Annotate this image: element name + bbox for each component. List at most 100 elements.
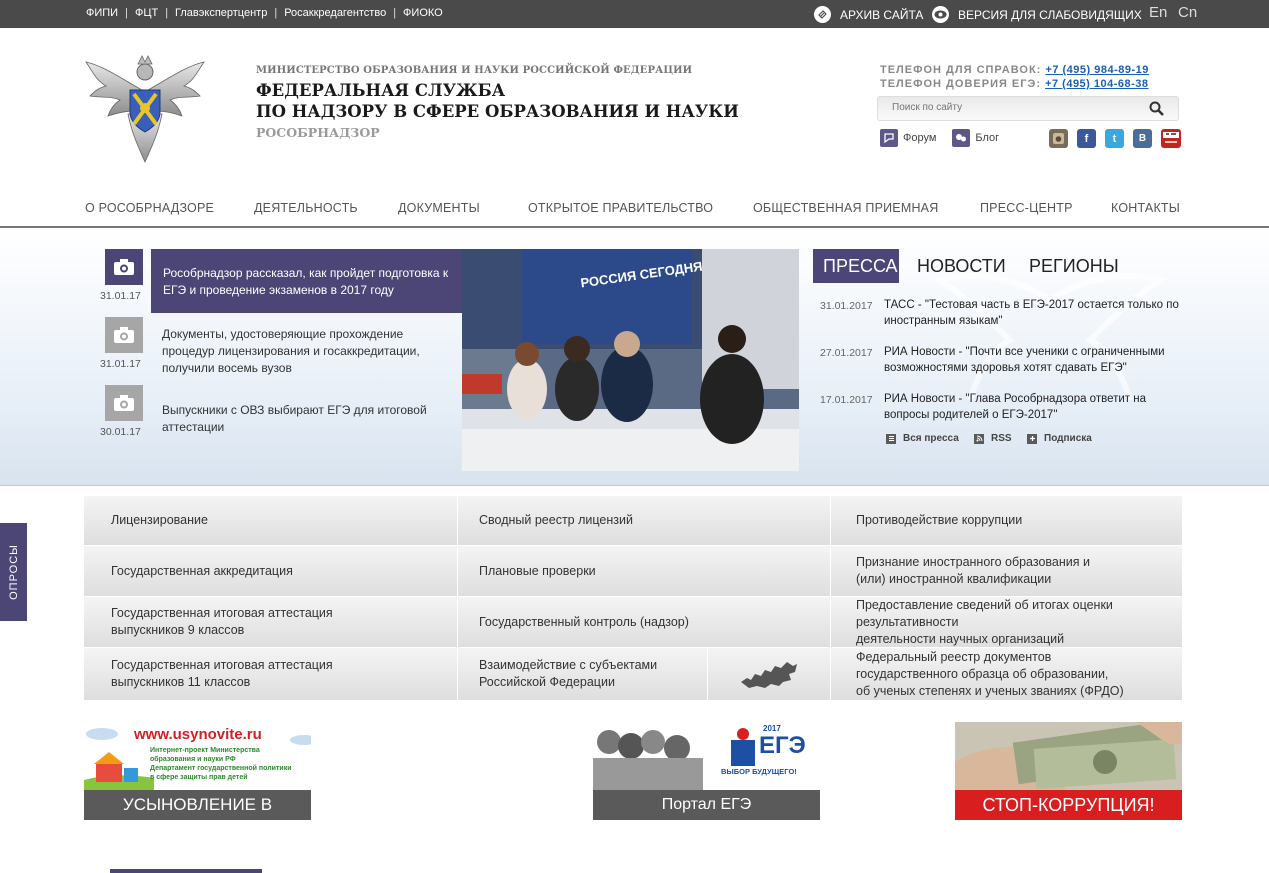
- camera-icon[interactable]: [105, 317, 143, 353]
- contact-phones: ТЕЛЕФОН ДЛЯ СПРАВОК: +7 (495) 984-89-19 …: [880, 63, 1149, 91]
- facebook-icon[interactable]: f: [1077, 129, 1096, 148]
- ministry-title: МИНИСТЕРСТВО ОБРАЗОВАНИЯ И НАУКИ РОССИЙС…: [256, 65, 693, 76]
- rss-link[interactable]: RSS: [974, 433, 1012, 444]
- press-title: ТАСС - "Тестовая часть в ЕГЭ-2017 остает…: [884, 299, 1179, 327]
- news-date: 30.01.17: [100, 426, 141, 438]
- ege-logo: ЕГЭ: [759, 732, 806, 759]
- press-date: 17.01.2017: [820, 394, 873, 406]
- bottom-accent-bar: [110, 869, 262, 873]
- blog-icon: [952, 129, 971, 147]
- grid-item-anti-corruption[interactable]: Противодействие коррупции: [831, 496, 1182, 545]
- archive-link[interactable]: АРХИВ САЙТА: [814, 6, 923, 23]
- separator: |: [393, 7, 397, 19]
- link-rosakkred[interactable]: Росаккредагентство: [284, 7, 386, 19]
- grid-item-licensing[interactable]: Лицензирование: [84, 496, 457, 545]
- grid-item-gia-9[interactable]: Государственная итоговая аттестация выпус…: [84, 597, 457, 647]
- trust-phone-link[interactable]: +7 (495) 104-68-38: [1045, 78, 1148, 90]
- press-date: 31.01.2017: [820, 300, 873, 312]
- money-illustration-icon: [955, 722, 1182, 790]
- lang-cn-link[interactable]: Cn: [1178, 4, 1197, 21]
- eagle-emblem-logo[interactable]: [84, 50, 206, 166]
- nav-documents[interactable]: ДОКУМЕНТЫ: [398, 201, 480, 215]
- adoption-desc: Департамент государственной политики: [150, 765, 292, 772]
- forum-link[interactable]: Форум: [903, 132, 936, 144]
- separator: |: [165, 7, 169, 19]
- news-date: 31.01.17: [100, 290, 141, 302]
- news-title-link[interactable]: Рособрнадзор рассказал, как пройдет подг…: [163, 265, 458, 299]
- adoption-desc: образования и науки РФ: [150, 756, 236, 763]
- news-title-link[interactable]: Выпускники с ОВЗ выбирают ЕГЭ для итогов…: [162, 402, 447, 436]
- link-fipi[interactable]: ФИПИ: [86, 7, 118, 19]
- news-title-link[interactable]: Документы, удостоверяющие прохождение пр…: [162, 326, 447, 377]
- grid-item-science-evaluation[interactable]: Предоставление сведений об итогах оценки…: [831, 597, 1182, 647]
- stop-corruption-banner[interactable]: СТОП-КОРРУПЦИЯ!: [955, 722, 1182, 820]
- camera-icon[interactable]: [105, 249, 143, 285]
- visually-impaired-link[interactable]: ВЕРСИЯ ДЛЯ СЛАБОВИДЯЩИХ: [932, 6, 1142, 23]
- press-title: РИА Новости - "Почти все ученики с огран…: [884, 346, 1165, 374]
- top-bar: ФИПИ | ФЦТ | Главэкспертцентр | Росаккредаг…: [0, 0, 1269, 28]
- nav-open-government[interactable]: ОТКРЫТОЕ ПРАВИТЕЛЬСТВО: [528, 201, 713, 215]
- polls-label: ОПРОСЫ: [8, 544, 20, 600]
- grid-item-gia-11[interactable]: Государственная итоговая аттестация выпус…: [84, 648, 457, 700]
- grid-item-state-control[interactable]: Государственный контроль (надзор): [458, 597, 830, 647]
- service-title-line1: ФЕДЕРАЛЬНАЯ СЛУЖБА: [256, 81, 506, 100]
- search-icon[interactable]: [1149, 101, 1164, 121]
- phone-link[interactable]: +7 (495) 984-89-19: [1045, 64, 1148, 76]
- press-title: РИА Новости - "Глава Рособрнадзора ответ…: [884, 393, 1146, 421]
- russia-map-icon[interactable]: [708, 648, 830, 700]
- youtube-icon[interactable]: [1161, 129, 1181, 148]
- service-title[interactable]: ФЕДЕРАЛЬНАЯ СЛУЖБА ПО НАДЗОРУ В СФЕРЕ ОБ…: [256, 80, 739, 122]
- tab-press[interactable]: ПРЕССА: [813, 249, 899, 283]
- ege-slogan: ВЫБОР БУДУЩЕГО!: [721, 767, 797, 776]
- lang-en-link[interactable]: En: [1149, 4, 1167, 21]
- vk-icon[interactable]: B: [1133, 129, 1152, 148]
- rss-label: RSS: [991, 433, 1012, 444]
- plus-icon: [1027, 433, 1037, 444]
- blog-link[interactable]: Блог: [975, 132, 999, 144]
- nav-public-reception[interactable]: ОБЩЕСТВЕННАЯ ПРИЕМНАЯ: [753, 201, 938, 215]
- grid-item-planned-inspections[interactable]: Плановые проверки: [458, 546, 830, 596]
- camera-icon[interactable]: [105, 385, 143, 421]
- service-short-name: РОСОБРНАДЗОР: [256, 125, 380, 140]
- adoption-banner[interactable]: www.usynovite.ru Интернет-проект Министе…: [84, 722, 311, 844]
- tab-news[interactable]: НОВОСТИ: [917, 249, 1006, 283]
- visually-impaired-label: ВЕРСИЯ ДЛЯ СЛАБОВИДЯЩИХ: [958, 7, 1142, 22]
- grid-item-accreditation[interactable]: Государственная аккредитация: [84, 546, 457, 596]
- link-glavexpert[interactable]: Главэкспертцентр: [175, 7, 267, 19]
- twitter-icon[interactable]: t: [1105, 129, 1124, 148]
- grid-item-foreign-education[interactable]: Признание иностранного образования и (или…: [831, 546, 1182, 596]
- link-fioko[interactable]: ФИОКО: [403, 7, 443, 19]
- eye-icon: [932, 6, 949, 23]
- separator: |: [125, 7, 128, 19]
- grid-item-regions-interaction[interactable]: Взаимодействие с субъектами Российской Фе…: [458, 648, 707, 700]
- grid-item-frdo[interactable]: Федеральный реестр документов государстве…: [831, 648, 1182, 700]
- all-press-label: Вся пресса: [903, 433, 959, 444]
- ege-portal-banner[interactable]: 2017 ЕГЭ ВЫБОР БУДУЩЕГО! Портал ЕГЭ: [593, 722, 820, 820]
- nav-about[interactable]: О РОСОБРНАДЗОРЕ: [85, 201, 214, 215]
- partner-links: ФИПИ | ФЦТ | Главэкспертцентр | Росаккредаг…: [86, 7, 443, 19]
- search-box: [877, 96, 1179, 121]
- grid-item-license-registry[interactable]: Сводный реестр лицензий: [458, 496, 830, 545]
- rss-icon: [974, 433, 984, 444]
- phone-label: ТЕЛЕФОН ДЛЯ СПРАВОК:: [880, 64, 1042, 76]
- main-nav: О РОСОБРНАДЗОРЕ ДЕЯТЕЛЬНОСТЬ ДОКУМЕНТЫ О…: [0, 190, 1269, 228]
- polls-side-tab[interactable]: ОПРОСЫ: [0, 523, 27, 621]
- all-press-link[interactable]: Вся пресса: [886, 433, 959, 444]
- news-photo[interactable]: РОССИЯ СЕГОДНЯ: [462, 249, 799, 471]
- search-input[interactable]: [892, 102, 1132, 113]
- services-grid: Лицензирование Государственная аккредита…: [84, 496, 1182, 700]
- stop-corruption-label: СТОП-КОРРУПЦИЯ!: [955, 790, 1182, 820]
- trust-phone-label: ТЕЛЕФОН ДОВЕРИЯ ЕГЭ:: [880, 78, 1041, 90]
- subscribe-link[interactable]: Подписка: [1027, 433, 1092, 444]
- nav-activity[interactable]: ДЕЯТЕЛЬНОСТЬ: [254, 201, 358, 215]
- adoption-desc: Интернет-проект Министерства: [150, 747, 260, 754]
- tab-regions[interactable]: РЕГИОНЫ: [1029, 249, 1119, 283]
- ege-portal-label: Портал ЕГЭ: [593, 790, 820, 820]
- nav-press-center[interactable]: ПРЕСС-ЦЕНТР: [980, 201, 1073, 215]
- list-icon: [886, 433, 896, 444]
- header-links: Форум Блог: [880, 129, 999, 147]
- nav-contacts[interactable]: КОНТАКТЫ: [1111, 201, 1180, 215]
- link-fct[interactable]: ФЦТ: [135, 7, 158, 19]
- separator: |: [274, 7, 278, 19]
- instagram-icon[interactable]: [1049, 129, 1068, 148]
